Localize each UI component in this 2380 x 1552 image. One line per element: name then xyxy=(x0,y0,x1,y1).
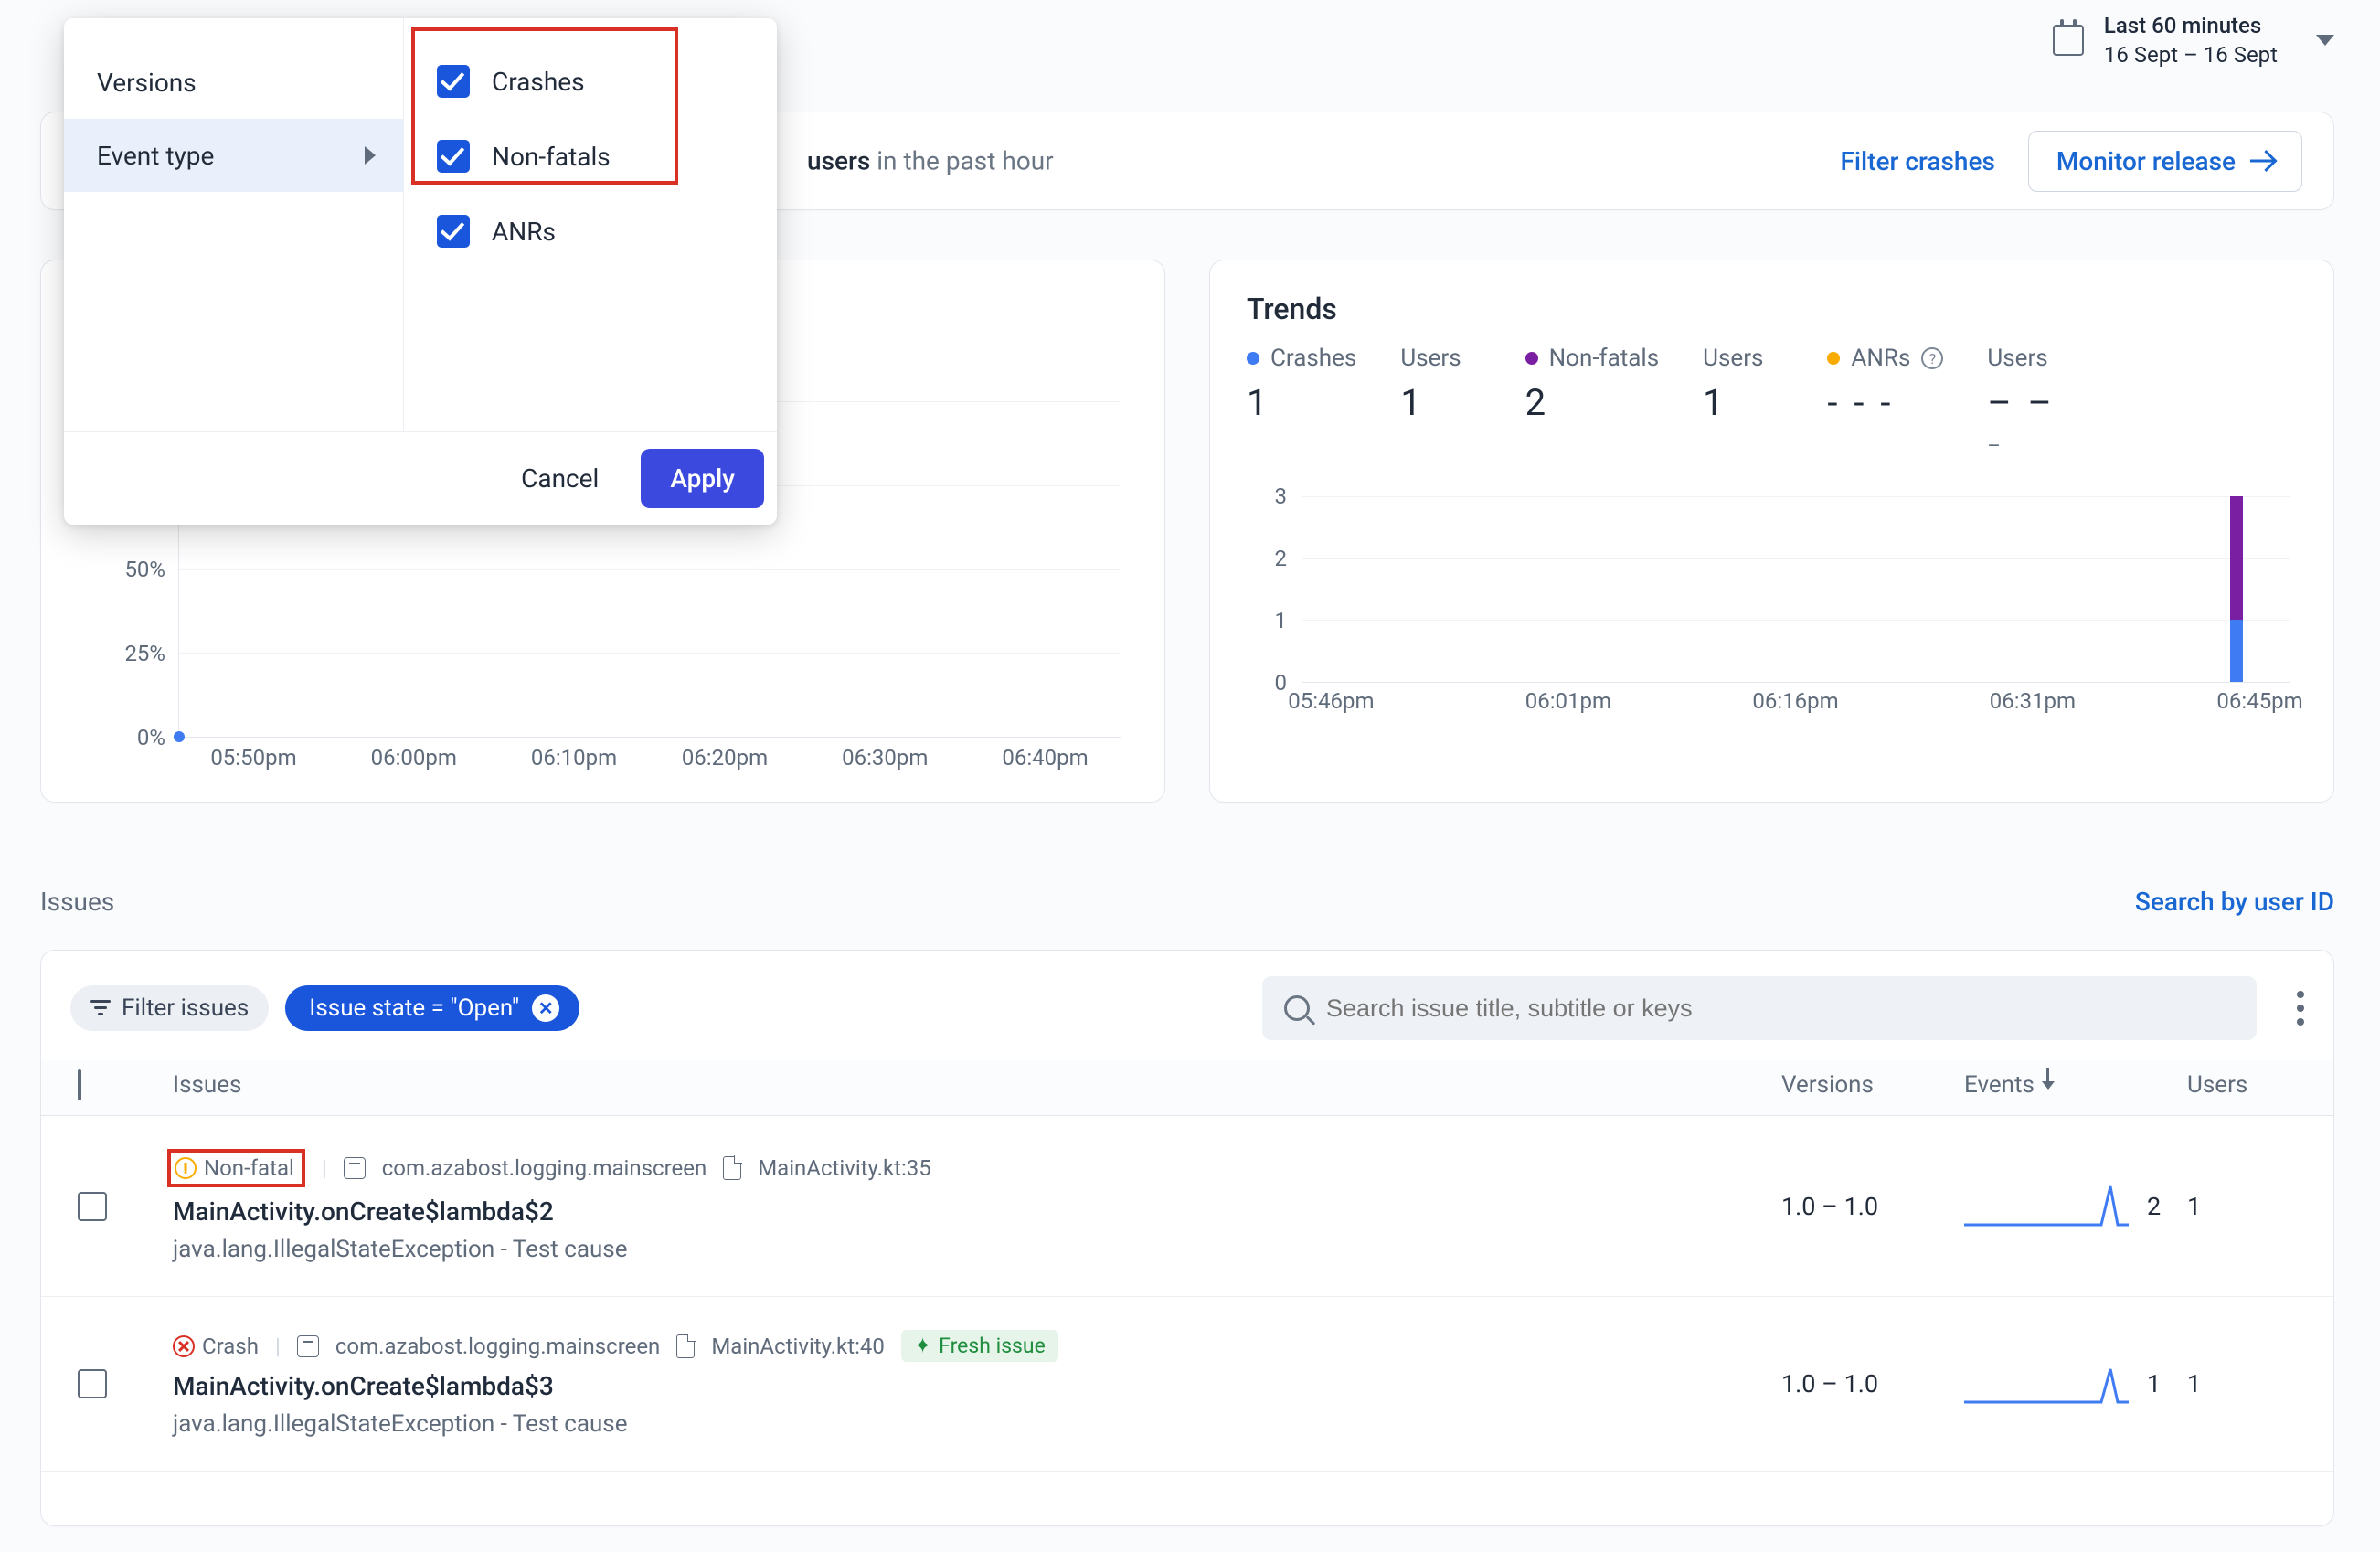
arrow-right-icon xyxy=(2250,149,2274,173)
issue-title: MainActivity.onCreate$lambda$3 xyxy=(173,1371,1781,1401)
monitor-release-button[interactable]: Monitor release xyxy=(2028,131,2302,192)
calendar-icon xyxy=(2053,25,2084,56)
filter-issues-chip[interactable]: Filter issues xyxy=(70,985,269,1031)
issue-search-input[interactable] xyxy=(1326,994,2235,1023)
issue-versions: 1.0 – 1.0 xyxy=(1781,1192,1964,1221)
events-column-header[interactable]: Events xyxy=(1964,1071,2187,1099)
search-icon xyxy=(1284,995,1310,1021)
issue-row[interactable]: Non-fatal | com.azabost.logging.mainscre… xyxy=(41,1116,2333,1297)
issue-search-box[interactable] xyxy=(1262,976,2257,1040)
package-icon xyxy=(297,1335,319,1357)
filter-crashes-link[interactable]: Filter crashes xyxy=(1841,146,1995,176)
checkbox-checked-icon xyxy=(437,140,470,173)
issue-versions: 1.0 – 1.0 xyxy=(1781,1369,1964,1398)
date-range-text: Last 60 minutes 16 Sept – 16 Sept xyxy=(2104,11,2278,70)
file-icon xyxy=(676,1334,695,1358)
fresh-issue-badge: ✦ Fresh issue xyxy=(901,1330,1058,1362)
warning-icon xyxy=(175,1157,197,1179)
remove-filter-icon[interactable]: ✕ xyxy=(532,994,559,1022)
cancel-button[interactable]: Cancel xyxy=(497,449,622,508)
more-options-button[interactable] xyxy=(2297,991,2304,1026)
issue-subtitle: java.lang.IllegalStateException - Test c… xyxy=(173,1410,1781,1438)
issues-section-header: Issues Search by user ID xyxy=(40,887,2334,917)
issues-table-header: Issues Versions Events Users xyxy=(41,1060,2333,1116)
issue-title: MainActivity.onCreate$lambda$2 xyxy=(173,1196,1781,1227)
chevron-right-icon xyxy=(365,146,376,165)
sort-descending-icon xyxy=(2042,1081,2055,1090)
help-icon[interactable]: ? xyxy=(1921,347,1943,369)
banner-text: users in the past hour xyxy=(807,146,1054,176)
filter-icon xyxy=(90,1000,111,1016)
filter-option-non-fatals[interactable]: Non-fatals xyxy=(404,119,777,194)
sparkline-icon xyxy=(1964,1358,2129,1409)
crash-icon xyxy=(173,1335,195,1357)
trend-bar-nonfatals xyxy=(2230,496,2243,620)
chevron-down-icon xyxy=(2316,35,2334,46)
apply-button[interactable]: Apply xyxy=(641,449,764,508)
select-all-checkbox[interactable] xyxy=(78,1069,81,1100)
issue-type-badge: Non-fatal xyxy=(167,1149,305,1187)
sparkline-icon xyxy=(1964,1181,2129,1232)
trends-card: Trends Crashes 1 Users 1 Non-fata xyxy=(1209,260,2334,803)
search-by-user-id-link[interactable]: Search by user ID xyxy=(2135,887,2334,917)
filter-category-versions[interactable]: Versions xyxy=(64,46,403,119)
filter-option-crashes[interactable]: Crashes xyxy=(404,44,777,119)
package-icon xyxy=(344,1157,366,1179)
issue-subtitle: java.lang.IllegalStateException - Test c… xyxy=(173,1236,1781,1263)
issue-events: 1 xyxy=(1964,1358,2187,1409)
issue-row[interactable]: Crash | com.azabost.logging.mainscreen M… xyxy=(41,1297,2333,1472)
sparkle-icon: ✦ xyxy=(914,1334,931,1358)
filter-category-list: Versions Event type xyxy=(64,18,404,431)
issue-events: 2 xyxy=(1964,1181,2187,1232)
file-icon xyxy=(723,1156,741,1180)
issue-type-badge: Crash xyxy=(173,1334,259,1359)
row-checkbox[interactable] xyxy=(78,1192,107,1221)
checkbox-checked-icon xyxy=(437,215,470,248)
issue-users: 1 xyxy=(2187,1192,2297,1221)
issue-users: 1 xyxy=(2187,1369,2297,1398)
row-checkbox[interactable] xyxy=(78,1369,107,1398)
date-range-selector[interactable]: Last 60 minutes 16 Sept – 16 Sept xyxy=(2053,11,2334,70)
filter-option-anrs[interactable]: ANRs xyxy=(404,194,777,269)
trends-chart: 3 2 1 0 05:46pm 06:01pm 06:16pm xyxy=(1247,496,2297,718)
issue-state-filter-chip[interactable]: Issue state = "Open" ✕ xyxy=(285,985,579,1031)
issues-card: Filter issues Issue state = "Open" ✕ Iss… xyxy=(40,950,2334,1526)
trends-title: Trends xyxy=(1247,292,2297,326)
filter-options-panel: Crashes Non-fatals ANRs xyxy=(404,18,777,431)
filter-popover: Versions Event type Crashes Non-fatals xyxy=(64,18,777,525)
checkbox-checked-icon xyxy=(437,65,470,98)
filter-category-event-type[interactable]: Event type xyxy=(64,119,403,192)
trend-bar-crashes xyxy=(2230,620,2243,682)
